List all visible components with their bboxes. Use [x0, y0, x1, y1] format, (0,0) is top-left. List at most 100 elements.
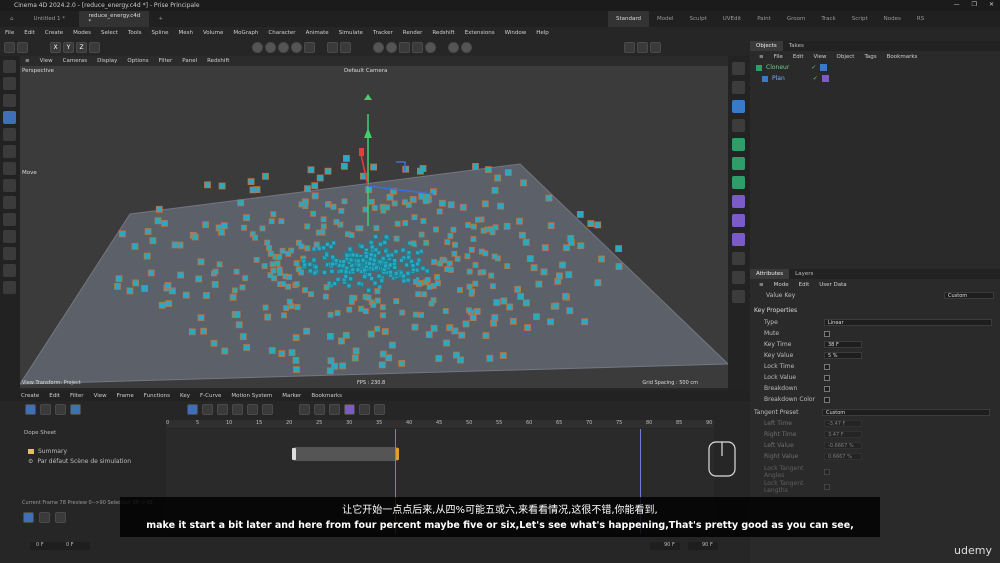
layout-standard[interactable]: Standard	[608, 11, 650, 27]
object-row-plane[interactable]: Plan ✓	[750, 73, 1000, 84]
attr-value-field[interactable]: 38 F	[824, 341, 862, 348]
cube-icon[interactable]	[732, 62, 745, 75]
menu-window[interactable]: Window	[500, 30, 532, 36]
key-reduction-icon[interactable]	[299, 403, 310, 415]
summary-keyframe-range[interactable]	[294, 447, 398, 461]
menu-tools[interactable]: Tools	[123, 30, 147, 36]
attr-checkbox[interactable]	[824, 396, 830, 403]
viewport-solo-icon[interactable]	[386, 42, 397, 53]
timeline-menu-functions[interactable]: Functions	[139, 393, 175, 399]
attr-checkbox[interactable]	[824, 330, 830, 337]
generator-icon[interactable]	[732, 138, 745, 151]
magnet-icon[interactable]	[3, 196, 16, 209]
viewport-menu-options[interactable]: Options	[122, 58, 153, 64]
home-icon[interactable]: ⌂	[0, 11, 24, 27]
model-mode-icon[interactable]	[252, 42, 263, 53]
grid-icon[interactable]	[399, 42, 410, 53]
step-interp-icon[interactable]	[202, 403, 213, 415]
layout-paint[interactable]: Paint	[749, 11, 779, 27]
search-icon[interactable]	[3, 60, 16, 73]
tab-attributes[interactable]: Attributes	[750, 269, 790, 279]
viewport-menu-icon[interactable]: ≡	[20, 58, 35, 64]
light-icon[interactable]	[732, 290, 745, 303]
timeline-menu-view[interactable]: View	[89, 393, 112, 399]
timeline-menu-create[interactable]: Create	[16, 393, 44, 399]
workplane-icon[interactable]	[340, 42, 351, 53]
environment-icon[interactable]	[732, 252, 745, 265]
timeline-menu-filter[interactable]: Filter	[65, 393, 89, 399]
menu-edit[interactable]: Edit	[19, 30, 40, 36]
menu-mograph[interactable]: MoGraph	[228, 30, 263, 36]
object-row-cloner[interactable]: Cloneur ✓	[750, 62, 1000, 73]
menu-character[interactable]: Character	[263, 30, 300, 36]
menu-modes[interactable]: Modes	[68, 30, 96, 36]
select-icon[interactable]	[3, 94, 16, 107]
spline-pen-icon[interactable]	[3, 213, 16, 226]
keyframe-start[interactable]	[292, 448, 296, 460]
timeline-menu-bookmarks[interactable]: Bookmarks	[306, 393, 347, 399]
scale-tool-icon[interactable]	[3, 145, 16, 158]
field-icon[interactable]	[732, 233, 745, 246]
menu-select[interactable]: Select	[96, 30, 123, 36]
attributes-menu-edit[interactable]: Edit	[794, 282, 815, 288]
tangent-lock-checkbox[interactable]	[824, 483, 830, 490]
tag-icon[interactable]	[820, 64, 828, 71]
layout-nodes[interactable]: Nodes	[876, 11, 909, 27]
layout-sculpt[interactable]: Sculpt	[682, 11, 715, 27]
layout-model[interactable]: Model	[649, 11, 682, 27]
menu-mesh[interactable]: Mesh	[173, 30, 197, 36]
enable-axis-icon[interactable]	[425, 42, 436, 53]
layout-track[interactable]: Track	[813, 11, 843, 27]
timeline-menu-f-curve[interactable]: F-Curve	[195, 393, 226, 399]
dope-sheet-mode-icon[interactable]	[25, 403, 36, 415]
layout-rs[interactable]: RS	[909, 11, 932, 27]
menu-redshift[interactable]: Redshift	[427, 30, 459, 36]
layout-uvedit[interactable]: UVEdit	[715, 11, 749, 27]
tab-reduce-energy[interactable]: reduce_energy.c4d *	[78, 11, 149, 27]
timeline-menu-edit[interactable]: Edit	[44, 393, 65, 399]
quantize-icon[interactable]	[412, 42, 423, 53]
snap-settings-icon[interactable]	[3, 179, 16, 192]
redo-icon[interactable]	[17, 42, 28, 53]
box-primitive-icon[interactable]	[732, 81, 745, 94]
object-name[interactable]: Cloneur	[766, 64, 789, 71]
tangent-lock-checkbox[interactable]	[824, 468, 830, 475]
track-summary[interactable]: Summary	[28, 448, 67, 455]
transform-icon[interactable]	[3, 162, 16, 175]
camera-icon[interactable]	[732, 271, 745, 284]
menu-render[interactable]: Render	[398, 30, 428, 36]
track-simulation-scene[interactable]: ⚙ Par défaut Scène de simulation	[28, 458, 131, 465]
ease-in-icon[interactable]	[232, 403, 243, 415]
brush-icon[interactable]	[3, 230, 16, 243]
axis-x-button[interactable]: X	[50, 42, 61, 53]
spline-interp-icon[interactable]	[217, 403, 228, 415]
menu-file[interactable]: File	[0, 30, 19, 36]
frame-ruler[interactable]: 0 5 10 15 20 25 30 35 40 45 50 55 60 65 70 75 80 85 90	[166, 420, 714, 428]
object-name[interactable]: Plan	[772, 75, 785, 82]
tangent-value-field[interactable]: 0.6667 %	[824, 453, 862, 460]
fcurve-mode-icon[interactable]	[40, 403, 51, 415]
uv-mode-icon[interactable]	[304, 42, 315, 53]
record-keyframe-icon[interactable]	[23, 512, 34, 523]
axis-y-button[interactable]: Y	[63, 42, 74, 53]
attr-checkbox[interactable]	[824, 363, 830, 370]
polygons-mode-icon[interactable]	[291, 42, 302, 53]
menu-simulate[interactable]: Simulate	[334, 30, 368, 36]
play-icon[interactable]	[55, 512, 66, 523]
key-mute-icon[interactable]	[329, 403, 340, 415]
render-settings-icon[interactable]	[448, 42, 459, 53]
tangent-value-field[interactable]: -3.47 F	[824, 420, 862, 427]
section-key-properties[interactable]: Key Properties	[750, 305, 1000, 317]
close-icon[interactable]: ✕	[989, 1, 994, 8]
frame-preview-start-field[interactable]: 0 F	[60, 542, 90, 550]
attr-value-field[interactable]: 5 %	[824, 352, 862, 359]
timeline-menu-frame[interactable]: Frame	[112, 393, 139, 399]
frame-start-field[interactable]: 0 F	[30, 542, 60, 550]
solo-icon[interactable]	[373, 42, 384, 53]
maximize-icon[interactable]: ❐	[972, 1, 977, 8]
render-picture-viewer-icon[interactable]	[637, 42, 648, 53]
tangent-value-field[interactable]: 3.47 F	[824, 431, 862, 438]
timeline-menu-key[interactable]: Key	[175, 393, 195, 399]
effector-icon[interactable]	[732, 176, 745, 189]
menu-volume[interactable]: Volume	[198, 30, 228, 36]
